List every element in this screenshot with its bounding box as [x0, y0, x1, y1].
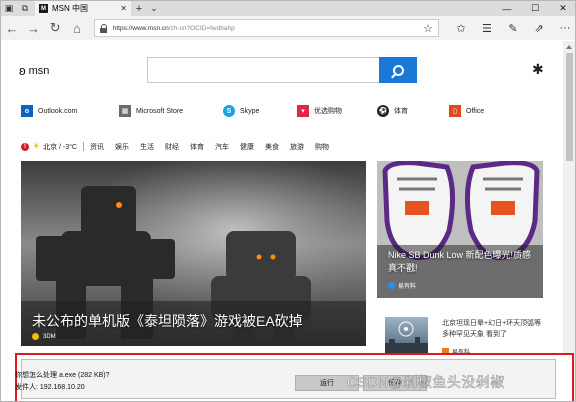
- gear-icon[interactable]: ✱: [532, 61, 544, 78]
- category-autos[interactable]: 汽车: [215, 142, 229, 152]
- address-url[interactable]: https://www.msn.cn/zh-cn?OCID=fwdbahp: [113, 25, 418, 32]
- weather-sun-icon: ☀: [32, 141, 41, 151]
- outlook-icon: o: [21, 105, 33, 117]
- story-card-sneakers[interactable]: Nike SB Dunk Low 新配色曝光!质感真不戳! 易有料: [377, 161, 543, 298]
- search-icon: [392, 64, 404, 76]
- hero-source: 3DM: [32, 333, 56, 340]
- scroll-up-arrow-icon[interactable]: [566, 45, 572, 49]
- url-path: /zh-cn?OCID=fwdbahp: [168, 24, 235, 32]
- tab-strip: ▣ ⧉ M MSN 中国 ✕ + ⌄ — ☐ ✕: [1, 1, 575, 16]
- msn-page: ʚ msn ✱ o Outlook.com ▦ Microsoft Store …: [1, 41, 563, 401]
- category-sports[interactable]: 体育: [190, 142, 204, 152]
- quicklink-outlook[interactable]: o Outlook.com: [21, 105, 119, 117]
- story-thumbnail[interactable]: [385, 317, 428, 357]
- sneaker-image: [377, 161, 543, 298]
- back-button[interactable]: ←: [1, 17, 23, 39]
- store-icon: ▦: [119, 105, 131, 117]
- msn-logo[interactable]: ʚ msn: [19, 63, 49, 78]
- quicklinks-bar: o Outlook.com ▦ Microsoft Store S Skype …: [21, 105, 561, 117]
- favorite-star-icon[interactable]: ☆: [423, 22, 433, 35]
- tab-title: MSN 中国: [52, 4, 88, 13]
- tab-msn[interactable]: M MSN 中国 ✕: [35, 1, 131, 16]
- close-tab-icon[interactable]: ✕: [120, 4, 127, 13]
- tab-list-chevron-icon[interactable]: ⌄: [147, 3, 161, 14]
- quicklink-shopping[interactable]: ▾ 优选购物: [297, 105, 377, 117]
- url-host: https://www.msn.cn: [112, 24, 169, 32]
- card-source-name: 易有料: [398, 284, 417, 290]
- more-menu-icon[interactable]: ···: [553, 17, 575, 39]
- favorites-hub-icon[interactable]: ✩: [449, 17, 473, 39]
- story-headline[interactable]: 北京坦现日晕+幻日+环天顶弧等多种罕见天象 看到了: [442, 318, 546, 340]
- source-logo-icon: [32, 333, 39, 340]
- search-input[interactable]: [147, 57, 417, 83]
- scrollbar-thumb[interactable]: [566, 53, 573, 161]
- hero-story[interactable]: 未公布的单机版《泰坦陨落》游戏被EA砍掉 3DM: [21, 161, 366, 346]
- new-tab-button[interactable]: +: [131, 3, 147, 15]
- vertical-scrollbar[interactable]: [563, 41, 575, 401]
- download-question: 你想怎么处理 a.exe (282 KB)?: [15, 372, 110, 379]
- search-button[interactable]: [379, 57, 417, 83]
- card-source: 易有料: [388, 281, 416, 290]
- weather-text[interactable]: 北京 / -3°C: [43, 142, 77, 152]
- category-news[interactable]: 资讯: [90, 142, 104, 152]
- maximize-button[interactable]: ☐: [521, 1, 549, 16]
- quicklink-skype[interactable]: S Skype: [223, 105, 297, 117]
- butterfly-logo-icon: ʚ: [19, 63, 26, 78]
- category-links: 资讯 娱乐 生活 财经 体育 汽车 健康 美食 旅游 购物: [90, 142, 329, 152]
- quicklink-label: Outlook.com: [38, 107, 78, 115]
- lock-icon: [99, 23, 108, 33]
- alert-icon[interactable]: !: [21, 142, 29, 151]
- quicklink-office[interactable]: ▯ Office: [449, 105, 484, 117]
- skype-icon: S: [223, 105, 235, 117]
- category-finance[interactable]: 财经: [165, 142, 179, 152]
- browser-window: ▣ ⧉ M MSN 中国 ✕ + ⌄ — ☐ ✕ ← → ↻ ⌂ https:/…: [0, 0, 576, 402]
- minimize-button[interactable]: —: [493, 1, 521, 16]
- refresh-button[interactable]: ↻: [44, 17, 66, 39]
- watermark-text: CSDN@剁椒鱼头没剁椒: [347, 374, 505, 391]
- card-caption[interactable]: Nike SB Dunk Low 新配色曝光!质感真不戳!: [388, 249, 538, 275]
- address-bar[interactable]: https://www.msn.cn/zh-cn?OCID=fwdbahp ☆: [93, 19, 439, 37]
- navigation-bar: ← → ↻ ⌂ https://www.msn.cn/zh-cn?OCID=fw…: [1, 16, 575, 40]
- office-icon: ▯: [449, 105, 461, 117]
- msn-logo-text: msn: [28, 64, 50, 77]
- quicklink-label: Skype: [240, 107, 260, 115]
- shopping-icon: ▾: [297, 105, 309, 117]
- web-note-icon[interactable]: ✎: [501, 17, 525, 39]
- hero-source-name: 3DM: [43, 333, 56, 340]
- sky-thumbnail-image: [385, 321, 428, 357]
- home-button[interactable]: ⌂: [66, 17, 88, 39]
- sports-icon: ⚽: [377, 105, 389, 117]
- window-menu-icon[interactable]: ▣: [1, 1, 17, 16]
- download-sender: 发件人: 192.168.10.20: [15, 384, 85, 391]
- reading-list-icon[interactable]: ☰: [475, 17, 499, 39]
- close-window-button[interactable]: ✕: [549, 1, 575, 16]
- quicklink-sports[interactable]: ⚽ 体育: [377, 105, 449, 117]
- category-food[interactable]: 美食: [265, 142, 279, 152]
- hero-title[interactable]: 未公布的单机版《泰坦陨落》游戏被EA砍掉: [32, 311, 303, 331]
- category-entertainment[interactable]: 娱乐: [115, 142, 129, 152]
- news-category-bar: ! ☀ 北京 / -3°C 资讯 娱乐 生活 财经 体育 汽车 健康 美食 旅游…: [21, 141, 561, 152]
- quicklink-store[interactable]: ▦ Microsoft Store: [119, 105, 223, 117]
- category-travel[interactable]: 旅游: [290, 142, 304, 152]
- toolbar: ✩ ☰ ✎ ⇗ ···: [449, 17, 575, 39]
- category-life[interactable]: 生活: [140, 142, 154, 152]
- forward-button[interactable]: →: [23, 17, 45, 39]
- divider: [83, 142, 84, 151]
- quicklink-label: 体育: [394, 108, 408, 115]
- quicklink-label: 优选购物: [314, 108, 342, 115]
- quicklink-label: Office: [466, 107, 485, 115]
- category-shopping[interactable]: 购物: [315, 142, 329, 152]
- tabs-aside-icon[interactable]: ⧉: [17, 1, 33, 16]
- source-logo-icon: [388, 282, 395, 289]
- msn-favicon-icon: M: [39, 4, 48, 13]
- quicklink-label: Microsoft Store: [136, 107, 184, 115]
- category-health[interactable]: 健康: [240, 142, 254, 152]
- share-icon[interactable]: ⇗: [527, 17, 551, 39]
